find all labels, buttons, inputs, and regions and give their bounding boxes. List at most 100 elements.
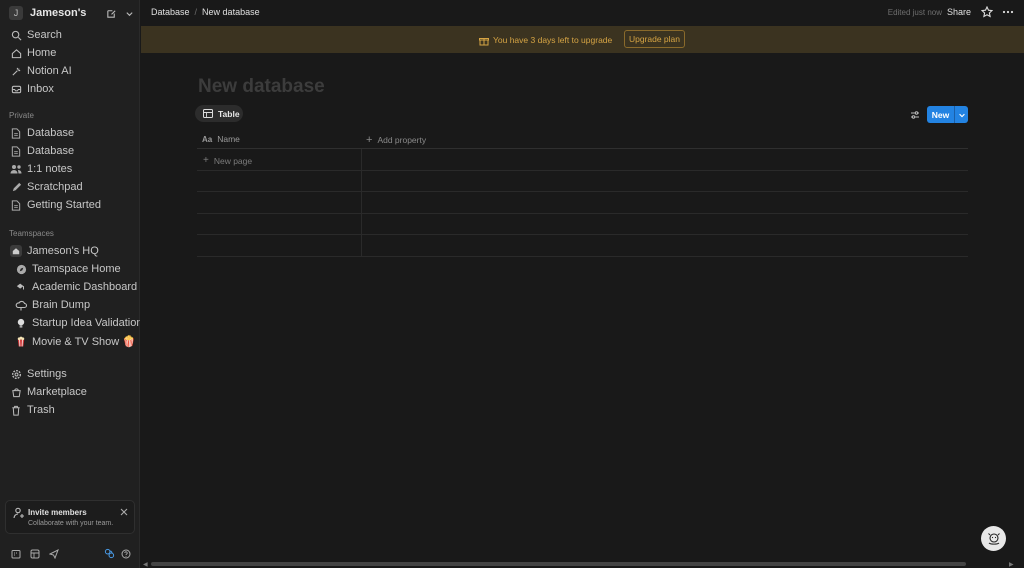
sidebar-item-label: Settings: [27, 368, 67, 380]
sidebar-item-scratchpad[interactable]: Scratchpad: [0, 178, 140, 196]
send-icon[interactable]: [48, 548, 59, 559]
sidebar-item-teamspace-home[interactable]: Teamspace Home: [0, 260, 140, 278]
sidebar-item-label: Movie & TV Show 🍿: [32, 335, 136, 348]
sidebar-bottom-bar: [0, 546, 140, 562]
horizontal-scrollbar[interactable]: ◀ ▶: [141, 561, 1024, 568]
scroll-left-icon[interactable]: ◀: [143, 561, 149, 568]
sidebar-item-settings[interactable]: Settings: [0, 365, 140, 383]
breadcrumb-item[interactable]: Database: [151, 7, 190, 17]
compass-icon: [15, 263, 27, 275]
table-icon: [203, 109, 213, 119]
sidebar-item-home[interactable]: Home: [0, 44, 140, 62]
plus-icon: +: [366, 134, 373, 146]
sidebar-item-label: Database: [27, 127, 75, 139]
column-divider: [361, 149, 362, 257]
edited-status: Edited just now: [887, 8, 942, 17]
sidebar: J Jameson's Search Home Notion AI Inbox …: [0, 0, 140, 568]
add-property-button[interactable]: + Add property: [366, 134, 426, 146]
star-icon[interactable]: [980, 5, 994, 18]
chevron-down-icon[interactable]: [122, 6, 136, 20]
breadcrumb-separator: /: [194, 7, 198, 17]
table-header: Aa Name + Add property: [197, 129, 968, 149]
table-row: [197, 171, 968, 192]
table-row[interactable]: + New page: [197, 149, 968, 171]
sidebar-item-brain-dump[interactable]: Brain Dump: [0, 296, 140, 314]
page-icon: [10, 145, 22, 157]
notion-ai-icon: [10, 65, 22, 77]
pencil-icon: [10, 181, 22, 193]
page-icon: [10, 127, 22, 139]
share-button[interactable]: Share: [947, 7, 971, 17]
new-page-button[interactable]: + New page: [203, 155, 252, 166]
tab-table-view[interactable]: Table: [195, 105, 243, 122]
ai-assistant-button[interactable]: [981, 526, 1006, 551]
new-page-label: New page: [213, 155, 253, 166]
page-title[interactable]: New database: [198, 76, 325, 98]
column-header-name[interactable]: Aa Name: [202, 134, 240, 144]
invite-subtitle: Collaborate with your team.: [28, 520, 114, 527]
sidebar-item-marketplace[interactable]: Marketplace: [0, 383, 140, 401]
close-icon[interactable]: [120, 505, 128, 516]
sidebar-item-label: Notion AI: [27, 65, 72, 77]
invite-members-card[interactable]: Invite members Collaborate with your tea…: [5, 500, 135, 534]
gear-icon: [10, 368, 22, 380]
sidebar-item-getting-started[interactable]: Getting Started: [0, 196, 140, 214]
notion-ai-icon[interactable]: [104, 548, 115, 559]
sidebar-teamspace-nav: Jameson's HQ Teamspace Home Academic Das…: [0, 242, 140, 350]
sidebar-item-label: Trash: [27, 404, 55, 416]
upgrade-plan-button[interactable]: Upgrade plan: [624, 30, 685, 48]
sidebar-item-label: Search: [27, 29, 62, 41]
chevron-down-icon[interactable]: [954, 106, 968, 123]
sidebar-item-label: Scratchpad: [27, 181, 83, 193]
search-icon: [10, 29, 22, 41]
sidebar-item-database-2[interactable]: Database: [0, 142, 140, 160]
sidebar-item-label: Marketplace: [27, 386, 87, 398]
sidebar-private-nav: Database Database 1:1 notes Scratchpad G…: [0, 124, 140, 214]
section-private: Private: [9, 111, 34, 120]
mail-icon[interactable]: [29, 548, 40, 559]
scrollbar-thumb[interactable]: [151, 562, 966, 566]
gift-icon: [479, 35, 489, 46]
sidebar-item-teamspace-hq[interactable]: Jameson's HQ: [0, 242, 140, 260]
workspace-switcher[interactable]: J Jameson's: [6, 5, 136, 21]
more-icon[interactable]: [1002, 6, 1014, 18]
sidebar-top-nav: Search Home Notion AI Inbox: [0, 26, 140, 98]
breadcrumb-item[interactable]: New database: [202, 7, 260, 17]
popcorn-icon: [15, 335, 27, 347]
column-label: Name: [217, 134, 240, 144]
filter-icon[interactable]: [910, 109, 920, 119]
new-page-icon[interactable]: [104, 6, 118, 20]
sidebar-item-search[interactable]: Search: [0, 26, 140, 44]
section-teamspaces: Teamspaces: [9, 229, 54, 238]
graduation-icon: [15, 281, 27, 293]
sidebar-item-label: Getting Started: [27, 199, 101, 211]
sidebar-item-label: Teamspace Home: [32, 263, 121, 275]
marketplace-icon: [10, 386, 22, 398]
sidebar-item-movie-tv[interactable]: Movie & TV Show 🍿: [0, 332, 140, 350]
home-icon: [10, 47, 22, 59]
calendar-icon[interactable]: [10, 548, 21, 559]
sidebar-item-label: 1:1 notes: [27, 163, 73, 175]
table-row: [197, 235, 968, 257]
sidebar-item-academic-dashboard[interactable]: Academic Dashboard: [0, 278, 140, 296]
sidebar-item-label: Brain Dump: [32, 299, 91, 311]
scroll-right-icon[interactable]: ▶: [1009, 561, 1015, 568]
lightbulb-icon: [15, 317, 27, 329]
people-icon: [10, 163, 22, 175]
sidebar-item-database[interactable]: Database: [0, 124, 140, 142]
sidebar-item-trash[interactable]: Trash: [0, 401, 140, 419]
sidebar-item-inbox[interactable]: Inbox: [0, 80, 140, 98]
sidebar-item-label: Home: [27, 47, 57, 59]
cloud-icon: [15, 299, 27, 311]
help-icon[interactable]: [120, 548, 131, 559]
new-button[interactable]: New: [927, 106, 968, 123]
sidebar-item-label: Inbox: [27, 83, 54, 95]
new-button-label[interactable]: New: [927, 106, 954, 123]
sidebar-item-startup-idea[interactable]: Startup Idea Validation D...: [0, 314, 140, 332]
plus-icon: +: [203, 155, 209, 166]
assistant-face-icon: [987, 532, 1000, 545]
sidebar-item-label: Academic Dashboard: [32, 281, 138, 293]
tab-label: Table: [218, 108, 240, 119]
sidebar-item-notion-ai[interactable]: Notion AI: [0, 62, 140, 80]
sidebar-item-1-1-notes[interactable]: 1:1 notes: [0, 160, 140, 178]
